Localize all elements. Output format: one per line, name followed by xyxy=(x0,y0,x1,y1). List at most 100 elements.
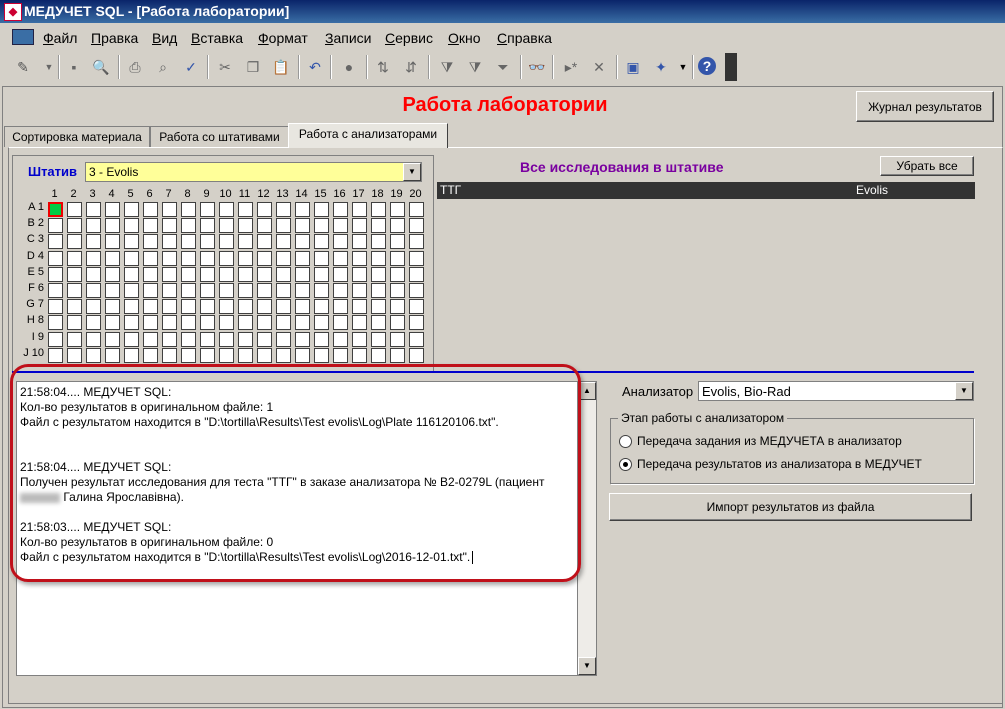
rack-cell[interactable] xyxy=(67,331,82,347)
rack-cell[interactable] xyxy=(257,315,272,331)
rack-cell[interactable] xyxy=(219,331,234,347)
rack-cell[interactable] xyxy=(200,331,215,347)
rack-cell[interactable] xyxy=(181,266,196,282)
menu-records[interactable]: Записи xyxy=(325,30,371,46)
apply-filter-icon[interactable]: ⏷ xyxy=(492,57,514,77)
rack-cell[interactable] xyxy=(48,315,63,331)
rack-cell[interactable] xyxy=(219,234,234,250)
rack-cell[interactable] xyxy=(295,331,310,347)
rack-cell[interactable] xyxy=(124,347,139,363)
rack-cell[interactable] xyxy=(390,283,405,298)
menu-help[interactable]: Справка xyxy=(497,30,552,46)
database-window-icon[interactable]: ▣ xyxy=(622,57,644,77)
rack-cell[interactable] xyxy=(143,331,158,347)
rack-cell[interactable] xyxy=(390,218,405,234)
menu-edit[interactable]: Правка xyxy=(91,30,138,46)
rack-cell[interactable] xyxy=(86,331,101,347)
rack-cell[interactable] xyxy=(257,347,272,363)
rack-cell[interactable] xyxy=(371,218,386,234)
rack-cell[interactable] xyxy=(409,250,424,266)
rack-cell[interactable] xyxy=(295,202,310,217)
rack-cell[interactable] xyxy=(238,315,253,331)
rack-cell[interactable] xyxy=(86,202,101,217)
rack-cell[interactable] xyxy=(352,234,367,250)
menu-format[interactable]: Формат xyxy=(258,30,308,46)
rack-cell[interactable] xyxy=(86,283,101,298)
rack-cell[interactable] xyxy=(390,250,405,266)
rack-cell[interactable] xyxy=(276,315,291,331)
rack-cell[interactable] xyxy=(219,266,234,282)
rack-cell[interactable] xyxy=(67,202,82,217)
rack-cell[interactable] xyxy=(352,250,367,266)
rack-cell[interactable] xyxy=(124,299,139,315)
menu-insert[interactable]: Вставка xyxy=(191,30,243,46)
rack-cell[interactable] xyxy=(162,250,177,266)
rack-cell[interactable] xyxy=(352,283,367,298)
cut-icon[interactable]: ✂ xyxy=(214,57,236,77)
rack-cell[interactable] xyxy=(295,218,310,234)
rack-cell[interactable] xyxy=(48,347,63,363)
rack-cell[interactable] xyxy=(371,234,386,250)
rack-cell[interactable] xyxy=(409,331,424,347)
rack-cell[interactable] xyxy=(200,250,215,266)
rack-cell[interactable] xyxy=(200,315,215,331)
rack-cell[interactable] xyxy=(352,202,367,217)
rack-cell[interactable] xyxy=(124,315,139,331)
hyperlink-icon[interactable]: ● xyxy=(338,57,360,77)
rack-cell[interactable] xyxy=(238,202,253,217)
rack-cell[interactable] xyxy=(124,234,139,250)
rack-cell[interactable] xyxy=(48,218,63,234)
rack-cell[interactable] xyxy=(181,250,196,266)
rack-cell[interactable] xyxy=(181,283,196,298)
rack-cell[interactable] xyxy=(105,283,120,298)
rack-cell[interactable] xyxy=(48,331,63,347)
menu-file[interactable]: Файл xyxy=(43,30,77,46)
rack-cell[interactable] xyxy=(276,218,291,234)
rack-cell[interactable] xyxy=(238,347,253,363)
rack-cell[interactable] xyxy=(67,266,82,282)
rack-cell[interactable] xyxy=(314,218,329,234)
delete-record-icon[interactable]: ✕ xyxy=(588,57,610,77)
rack-cell[interactable] xyxy=(162,331,177,347)
paste-icon[interactable]: 📋 xyxy=(270,57,292,77)
design-view-icon[interactable]: ✎ xyxy=(12,57,34,77)
rack-cell[interactable] xyxy=(295,283,310,298)
rack-cell[interactable] xyxy=(238,218,253,234)
rack-cell[interactable] xyxy=(409,266,424,282)
rack-cell[interactable] xyxy=(200,202,215,217)
scroll-up-icon[interactable]: ▲ xyxy=(578,382,596,400)
rack-cell[interactable] xyxy=(105,218,120,234)
print-icon[interactable]: ⎙ xyxy=(124,57,146,77)
rack-cell[interactable] xyxy=(219,347,234,363)
spellcheck-icon[interactable]: ✓ xyxy=(180,57,202,77)
rack-cell[interactable] xyxy=(257,202,272,217)
rack-cell[interactable] xyxy=(390,202,405,217)
rack-cell[interactable] xyxy=(390,315,405,331)
studies-list-row[interactable]: ТТГ Evolis xyxy=(437,182,975,199)
rack-cell[interactable] xyxy=(200,299,215,315)
rack-cell[interactable] xyxy=(67,347,82,363)
new-object-dropdown-icon[interactable]: ▼ xyxy=(672,57,694,77)
rack-cell[interactable] xyxy=(162,315,177,331)
rack-cell[interactable] xyxy=(409,202,424,217)
rack-cell[interactable] xyxy=(276,234,291,250)
sort-asc-icon[interactable]: ⇅ xyxy=(372,57,394,77)
print-preview-icon[interactable]: ⌕ xyxy=(152,57,174,77)
rack-cell[interactable] xyxy=(295,315,310,331)
rack-cell[interactable] xyxy=(257,283,272,298)
rack-cell[interactable] xyxy=(200,218,215,234)
rack-cell[interactable] xyxy=(257,331,272,347)
rack-cell[interactable] xyxy=(409,299,424,315)
rack-cell[interactable] xyxy=(67,218,82,234)
menu-tools[interactable]: Сервис xyxy=(385,30,433,46)
rack-cell[interactable] xyxy=(371,331,386,347)
rack-cell[interactable] xyxy=(390,234,405,250)
rack-cell[interactable] xyxy=(219,283,234,298)
log-scrollbar[interactable]: ▲ ▼ xyxy=(577,381,597,676)
rack-cell[interactable] xyxy=(238,331,253,347)
rack-cell[interactable] xyxy=(67,250,82,266)
rack-cell[interactable] xyxy=(105,299,120,315)
rack-cell[interactable] xyxy=(105,347,120,363)
menu-window[interactable]: Окно xyxy=(448,30,481,46)
rack-cell[interactable] xyxy=(352,315,367,331)
